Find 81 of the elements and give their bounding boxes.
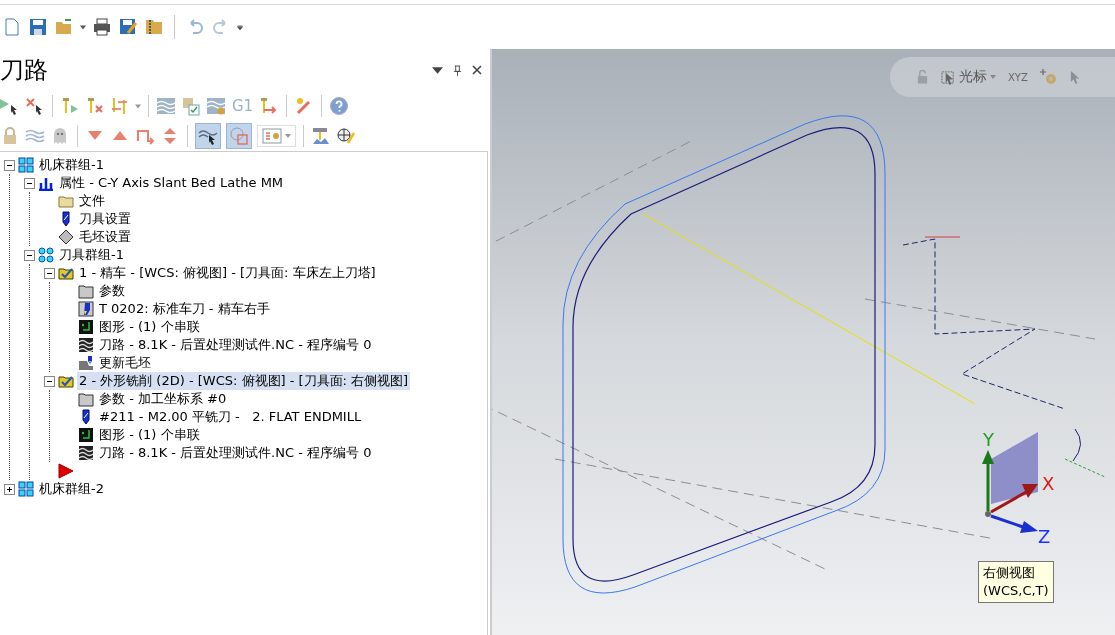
add-gear-icon[interactable] [1039,68,1058,86]
tooltip-text: (WCS,C,T) [983,582,1049,600]
tree-item[interactable]: 毛坯设置 [77,228,133,246]
list-gear-icon [262,128,282,144]
tool-delete-icon[interactable] [85,96,105,116]
lock-icon[interactable] [916,69,929,85]
tree-item[interactable]: 更新毛坯 [97,354,153,372]
box-check-icon[interactable] [181,96,201,116]
display-options-dropdown[interactable] [257,125,296,147]
tree-item[interactable]: 2 - 外形铣削 (2D) - [WCS: 俯视图] - [刀具面: 右侧视图] [77,372,411,390]
tree-item[interactable]: 1 - 精车 - [WCS: 俯视图] - [刀具面: 车床左上刀塔] [77,264,378,282]
save-as-icon[interactable] [118,17,138,37]
insert-marker-icon[interactable] [58,463,74,479]
collapse-toggle[interactable] [44,375,55,387]
expand-toggle[interactable] [4,483,15,495]
waves-icon[interactable] [156,96,176,116]
tree-item[interactable]: 刀路 - 8.1K - 后置处理测试件.NC - 程序编号 0 [97,336,374,354]
machine-group-icon [18,481,34,497]
open-folder-icon[interactable] [54,17,74,37]
folder-icon [58,193,74,209]
x-axis-label: X [1042,473,1055,494]
tree-item[interactable]: 机床群组-1 [37,156,106,174]
geometry-icon [78,427,94,443]
tree-item[interactable]: 刀具设置 [77,210,133,228]
geometry-icon [78,319,94,335]
folder-check-icon [58,265,74,281]
tooltip-text: 右侧视图 [983,564,1036,582]
collapse-toggle[interactable] [4,159,15,171]
panel-menu-caret-icon[interactable] [432,66,443,74]
select-cursor-icon [941,69,956,85]
z-axis-arrow [990,514,1038,533]
caret-icon [285,134,291,138]
cursor-icon[interactable] [1069,69,1081,85]
tree-item[interactable]: 图形 - (1) 个串联 [97,426,202,444]
save-icon[interactable] [28,17,48,37]
tree-item[interactable]: 刀具群组-1 [57,246,126,264]
y-axis-arrow [982,450,994,511]
y-axis-label: Y [983,429,994,450]
pin-icon[interactable] [453,64,462,76]
tree-item[interactable]: 机床群组-2 [37,480,106,498]
x-axis-arrow [990,484,1038,514]
origin-dot [985,511,991,517]
collapse-toggle[interactable] [44,267,55,279]
close-icon[interactable] [472,65,482,75]
new-file-icon[interactable] [2,17,22,37]
tree-item[interactable]: 刀路 - 8.1K - 后置处理测试件.NC - 程序编号 0 [97,444,374,462]
tree-item[interactable]: 图形 - (1) 个串联 [97,318,202,336]
print-icon[interactable] [92,17,112,37]
cursor-mode-dropdown[interactable]: 光标 [941,68,996,86]
tool-swap-icon[interactable] [110,96,130,116]
folder-check-icon [58,373,74,389]
ball-pencil-icon[interactable] [336,126,356,146]
zip-folder-icon[interactable] [144,17,164,37]
folder-icon [78,283,94,299]
circle-square-toggle[interactable] [226,123,252,149]
tree-item[interactable]: 属性 - C-Y Axis Slant Bed Lathe MM [57,174,286,192]
waves-gear-icon[interactable] [206,96,226,116]
waves-icon [78,337,94,353]
dropdown-caret-icon[interactable] [80,24,86,30]
z-axis-label: Z [1038,526,1051,547]
tree-item[interactable]: T 0202: 标准车刀 - 精车右手 [97,300,272,318]
tool-play-icon[interactable] [60,96,80,116]
machine-group-icon [18,157,34,173]
stock-update-icon [78,355,94,371]
select-toolpath-toggle[interactable] [195,123,221,149]
tree-item[interactable]: 参数 [97,282,127,300]
lathe-insert-icon [78,301,94,317]
tree-item[interactable]: 参数 - 加工坐标系 #0 [97,390,229,408]
bar-chart-icon [38,175,54,191]
panel-title: 刀路 [0,55,48,86]
tree-item[interactable]: 文件 [77,192,107,210]
collapse-toggle[interactable] [24,177,35,189]
waves-icon [78,445,94,461]
caret-icon [990,75,996,79]
machine-sim-icon[interactable] [311,126,331,146]
diamond-icon [58,229,74,245]
collapse-toggle[interactable] [24,249,35,261]
help-icon[interactable] [329,96,350,116]
customize-caret-icon[interactable] [237,24,243,30]
tree-item[interactable]: #211 - M2.00 平铣刀 - 2. FLAT ENDMILL [97,408,364,426]
circles-icon [38,247,54,263]
